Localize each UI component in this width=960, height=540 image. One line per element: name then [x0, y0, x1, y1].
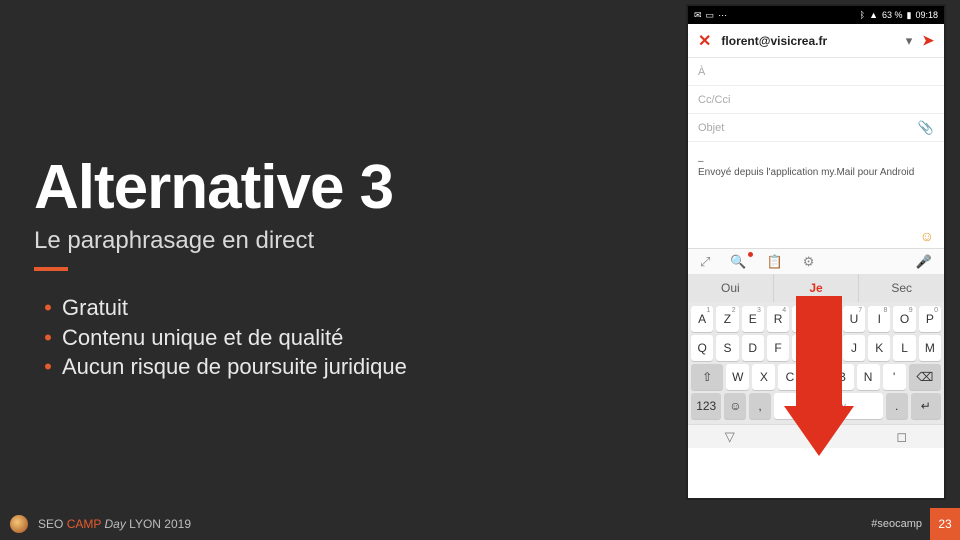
key-c[interactable]: C: [778, 364, 801, 390]
mic-icon[interactable]: 🎤: [916, 254, 932, 270]
key-g[interactable]: G: [792, 335, 814, 361]
statusbar: ✉ ▭ ⋯ ᛒ ▲ 63 % ▮ 09:18: [688, 6, 944, 24]
bullet-icon: •: [34, 323, 62, 353]
attachment-icon[interactable]: 📎: [918, 120, 934, 136]
footer: SEO CAMP Day LYON 2019 #seocamp 23: [0, 508, 960, 540]
slide-title: Alternative 3: [34, 152, 674, 223]
key-w[interactable]: W: [726, 364, 749, 390]
bullet-text: Aucun risque de poursuite juridique: [62, 352, 407, 382]
shift-key[interactable]: ⇧: [691, 364, 723, 390]
list-item: •Gratuit: [34, 293, 674, 323]
footer-rest: LYON 2019: [129, 517, 191, 531]
bullet-list: •Gratuit •Contenu unique et de qualité •…: [34, 293, 674, 382]
suggestion-bar: Oui Je Sec: [688, 274, 944, 302]
key-u[interactable]: U7: [843, 306, 865, 332]
signal-icon: ▲: [869, 10, 878, 20]
close-icon[interactable]: ✕: [698, 31, 711, 51]
enter-key[interactable]: ↵: [911, 393, 941, 419]
key-y[interactable]: Y6: [818, 306, 840, 332]
key-j[interactable]: J: [843, 335, 865, 361]
footer-text: SEO CAMP Day LYON 2019: [38, 517, 191, 531]
battery-text: 63 %: [882, 10, 903, 20]
mail-icon: ✉: [694, 10, 702, 21]
backspace-key[interactable]: ⌫: [909, 364, 941, 390]
key-i[interactable]: I8: [868, 306, 890, 332]
key-f[interactable]: F: [767, 335, 789, 361]
bullet-text: Contenu unique et de qualité: [62, 323, 343, 353]
dots-icon: ⋯: [718, 10, 727, 21]
numbers-key[interactable]: 123: [691, 393, 721, 419]
list-item: •Aucun risque de poursuite juridique: [34, 352, 674, 382]
subject-field[interactable]: Objet 📎: [688, 114, 944, 142]
list-item: •Contenu unique et de qualité: [34, 323, 674, 353]
gear-icon[interactable]: ⚙: [803, 254, 815, 270]
period-key[interactable]: .: [886, 393, 908, 419]
key-v[interactable]: V: [804, 364, 827, 390]
key-x[interactable]: X: [752, 364, 775, 390]
subject-label: Objet: [698, 122, 724, 134]
bullet-text: Gratuit: [62, 293, 128, 323]
battery-icon: ▮: [907, 10, 912, 21]
accent-divider: [34, 267, 68, 271]
key-l[interactable]: L: [893, 335, 915, 361]
key-d[interactable]: D: [742, 335, 764, 361]
keyboard-toolbar: ⤢ 🔍 📋 ⚙ 🎤: [688, 248, 944, 274]
emoji-icon[interactable]: ☺: [688, 228, 944, 248]
to-label: À: [698, 66, 705, 78]
key-m[interactable]: M: [919, 335, 941, 361]
footer-seo: SEO: [38, 517, 63, 531]
slide-content: Alternative 3 Le paraphrasage en direct …: [34, 152, 674, 382]
suggestion[interactable]: Oui: [688, 274, 774, 302]
key-h[interactable]: H: [818, 335, 840, 361]
footer-hashtag: #seocamp: [871, 518, 930, 530]
nav-recent-icon[interactable]: ◻: [896, 429, 907, 445]
key-n[interactable]: N: [857, 364, 880, 390]
clipboard-icon[interactable]: 📋: [767, 254, 783, 270]
cc-field[interactable]: Cc/Cci: [688, 86, 944, 114]
logo-icon: [10, 515, 28, 533]
clock-text: 09:18: [915, 10, 938, 20]
cc-label: Cc/Cci: [698, 94, 730, 106]
spacebar-key[interactable]: SwiftKey: [774, 393, 883, 419]
page-number: 23: [930, 508, 960, 540]
chevron-down-icon[interactable]: ▾: [906, 33, 913, 49]
key-e[interactable]: E3: [742, 306, 764, 332]
bullet-icon: •: [34, 352, 62, 382]
key-z[interactable]: Z2: [716, 306, 738, 332]
key-t[interactable]: T5: [792, 306, 814, 332]
key-q[interactable]: Q: [691, 335, 713, 361]
slide-subtitle: Le paraphrasage en direct: [34, 227, 674, 255]
suggestion[interactable]: Je: [774, 274, 860, 302]
from-address[interactable]: florent@visicrea.fr: [721, 34, 895, 48]
comma-key[interactable]: ,: [749, 393, 771, 419]
key-o[interactable]: O9: [893, 306, 915, 332]
send-icon[interactable]: ➤: [922, 32, 934, 49]
footer-day: Day: [104, 517, 125, 531]
card-icon: ▭: [706, 10, 715, 21]
key-a[interactable]: A1: [691, 306, 713, 332]
search-icon[interactable]: 🔍: [730, 254, 746, 270]
bluetooth-icon: ᛒ: [860, 10, 865, 20]
footer-camp: CAMP: [67, 517, 101, 531]
nav-home-icon[interactable]: ◯: [808, 429, 823, 445]
key-'[interactable]: ': [883, 364, 906, 390]
emoji-key[interactable]: ☺: [724, 393, 746, 419]
expand-icon[interactable]: ⤢: [700, 254, 710, 270]
key-r[interactable]: R4: [767, 306, 789, 332]
email-body[interactable]: – Envoyé depuis l'application my.Mail po…: [688, 142, 944, 228]
phone-screenshot: ✉ ▭ ⋯ ᛒ ▲ 63 % ▮ 09:18 ✕ florent@visicre…: [688, 6, 944, 498]
key-k[interactable]: K: [868, 335, 890, 361]
to-field[interactable]: À: [688, 58, 944, 86]
key-s[interactable]: S: [716, 335, 738, 361]
key-p[interactable]: P0: [919, 306, 941, 332]
suggestion[interactable]: Sec: [859, 274, 944, 302]
nav-back-icon[interactable]: ▽: [725, 429, 735, 445]
signature-text: Envoyé depuis l'application my.Mail pour…: [698, 167, 934, 178]
compose-appbar: ✕ florent@visicrea.fr ▾ ➤: [688, 24, 944, 58]
key-b[interactable]: B: [831, 364, 854, 390]
android-navbar: ▽ ◯ ◻: [688, 424, 944, 448]
keyboard: A1Z2E3R4T5Y6U7I8O9P0 QSDFGHJKLM ⇧WXCVBN'…: [688, 302, 944, 424]
signature-dash: –: [698, 156, 934, 167]
bullet-icon: •: [34, 293, 62, 323]
